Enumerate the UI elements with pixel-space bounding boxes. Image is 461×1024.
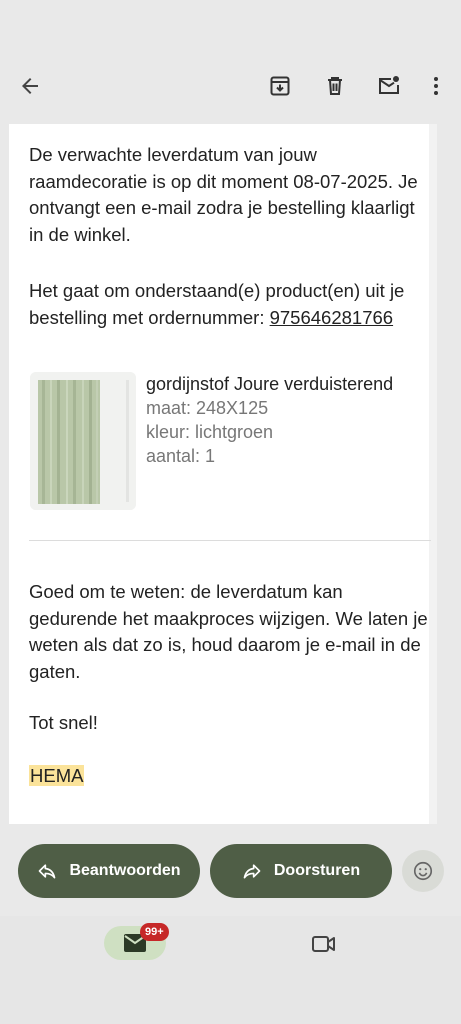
signature-line: HEMA <box>29 763 429 790</box>
content-edge <box>429 124 437 824</box>
reply-icon <box>39 864 56 879</box>
product-image[interactable] <box>30 372 136 510</box>
reply-button[interactable]: Beantwoorden <box>18 844 200 898</box>
delivery-date-paragraph: De verwachte leverdatum van jouw raamdec… <box>29 144 418 245</box>
emoji-icon <box>413 861 433 881</box>
info-paragraph: Goed om te weten: de leverdatum kan gedu… <box>29 581 428 682</box>
product-quantity: aantal: 1 <box>146 446 216 466</box>
arrow-back-icon <box>22 78 38 94</box>
product-color: kleur: lichtgroen <box>146 422 274 442</box>
order-number-link[interactable]: 975646281766 <box>270 307 393 328</box>
forward-label: Doorsturen <box>273 862 361 879</box>
forward-button[interactable]: Doorsturen <box>210 844 392 898</box>
order-paragraph: Het gaat om onderstaand(e) product(en) u… <box>29 278 429 331</box>
mark-unread-button[interactable] <box>369 66 409 106</box>
trash-icon <box>328 77 342 95</box>
archive-icon <box>270 76 290 96</box>
forward-icon <box>243 864 261 879</box>
product-name: gordijnstof Joure verduisterend <box>146 374 394 394</box>
signature: HEMA <box>29 765 85 786</box>
delete-button[interactable] <box>315 66 355 106</box>
video-camera-icon <box>312 936 335 952</box>
closing-text: Tot snel! <box>29 712 98 733</box>
archive-button[interactable] <box>260 66 300 106</box>
product-size: maat: 248X125 <box>146 398 269 418</box>
reply-label: Beantwoorden <box>69 862 181 879</box>
mail-unread-icon <box>379 76 399 94</box>
nav-meet[interactable] <box>308 930 340 958</box>
back-button[interactable] <box>10 66 50 106</box>
more-options-button[interactable] <box>416 66 456 106</box>
bottom-navigation: 99+ <box>0 916 461 1024</box>
product-details: gordijnstof Joure verduisterend maat: 24… <box>146 372 436 468</box>
unread-count-badge: 99+ <box>140 923 169 941</box>
curtain-image <box>30 372 136 510</box>
emoji-reaction-button[interactable] <box>402 850 444 892</box>
top-toolbar <box>0 56 461 120</box>
email-body: De verwachte leverdatum van jouw raamdec… <box>9 124 437 824</box>
divider <box>29 540 431 541</box>
more-vert-icon <box>434 77 438 95</box>
